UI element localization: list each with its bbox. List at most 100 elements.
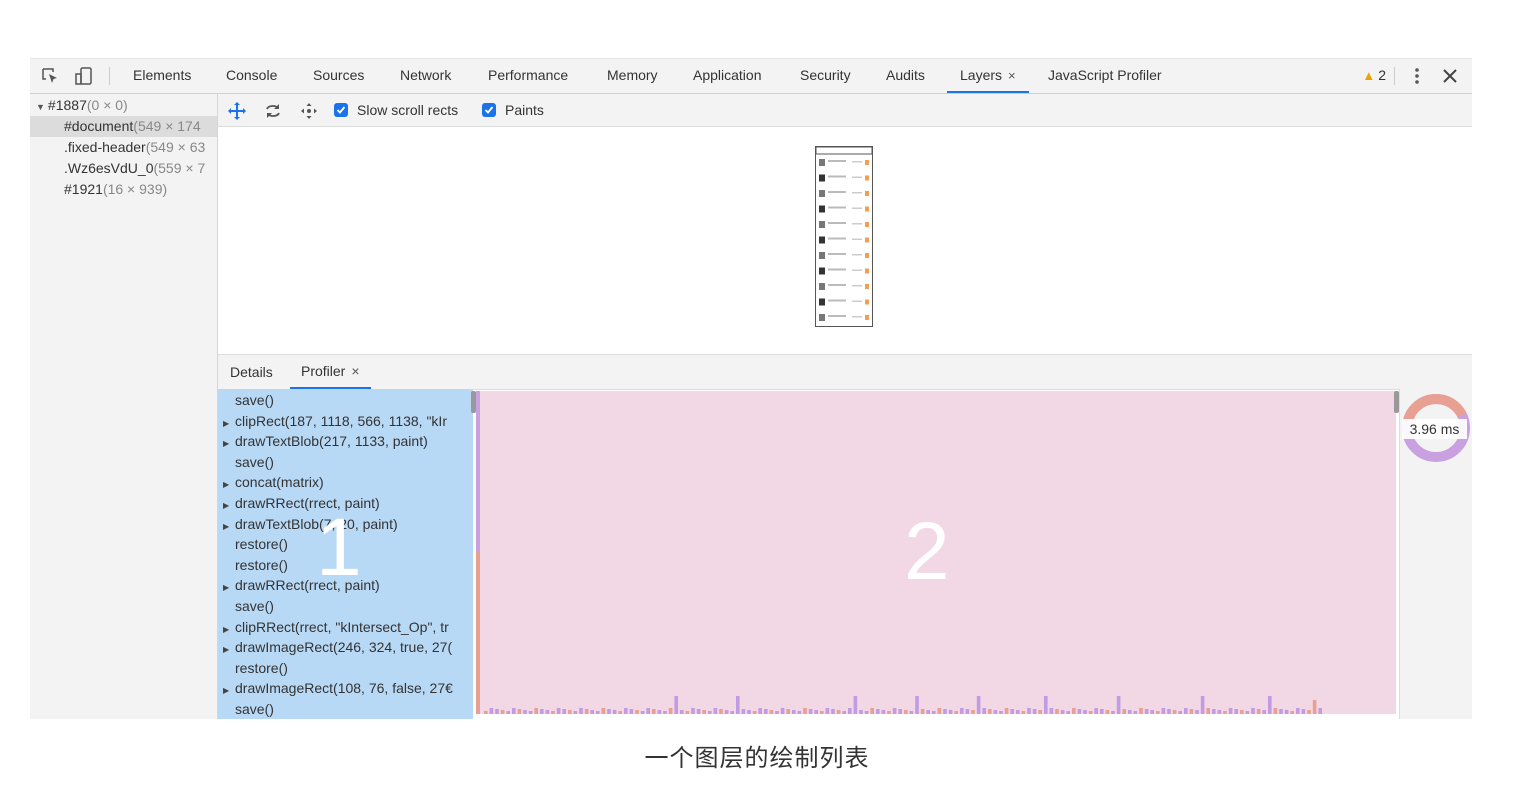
- timeline-bar[interactable]: [500, 710, 505, 714]
- timeline-bar[interactable]: [1279, 709, 1283, 714]
- timeline-bar[interactable]: [831, 709, 835, 714]
- timeline-bar[interactable]: [1200, 696, 1205, 714]
- timeline-bar[interactable]: [1178, 711, 1182, 714]
- timeline-bar[interactable]: [909, 711, 914, 714]
- timeline-bar[interactable]: [820, 711, 824, 714]
- timeline-bar[interactable]: [982, 708, 986, 714]
- timeline-bar[interactable]: [640, 711, 645, 714]
- timeline-bar[interactable]: [1116, 696, 1121, 714]
- tab-performance[interactable]: Performance: [488, 59, 568, 93]
- timeline-bar[interactable]: [696, 709, 701, 714]
- tab-details[interactable]: Details: [230, 355, 273, 389]
- tree-item-fixed-header[interactable]: .fixed-header(549 × 63: [30, 137, 217, 158]
- timeline-bar[interactable]: [1251, 708, 1255, 714]
- timeline-bar[interactable]: [512, 708, 516, 714]
- timeline-bar[interactable]: [1273, 708, 1278, 714]
- timeline-bar[interactable]: [1307, 710, 1311, 714]
- paint-command-row[interactable]: ▶ drawTextBlob(7, 20, paint): [218, 514, 398, 535]
- timeline-bar[interactable]: [1217, 710, 1222, 714]
- timeline-bar[interactable]: [1111, 711, 1115, 714]
- timeline-bar[interactable]: [646, 708, 650, 714]
- timeline-bar[interactable]: [663, 711, 667, 714]
- timeline-bar[interactable]: [691, 708, 695, 714]
- timeline-bar[interactable]: [1167, 709, 1171, 714]
- timeline-bar[interactable]: [842, 711, 846, 714]
- timeline-bar[interactable]: [629, 709, 634, 714]
- timeline-bar[interactable]: [562, 709, 566, 714]
- timeline-bar[interactable]: [1301, 709, 1306, 714]
- tab-application[interactable]: Application: [693, 59, 762, 93]
- paint-command-row[interactable]: save(): [218, 596, 274, 617]
- timeline-bar[interactable]: [976, 696, 981, 714]
- timeline-bar[interactable]: [1016, 710, 1020, 714]
- timeline-bar[interactable]: [724, 710, 729, 714]
- paint-command-row[interactable]: ▶ concat(matrix): [218, 472, 324, 493]
- reset-transform-icon[interactable]: [299, 101, 319, 121]
- timeline-bar[interactable]: [853, 696, 858, 714]
- tab-layers[interactable]: Layers ×: [947, 59, 1029, 93]
- timeline-bar[interactable]: [551, 711, 555, 714]
- warnings-counter[interactable]: ▲ 2: [1362, 59, 1386, 93]
- timeline-bar[interactable]: [1144, 709, 1149, 714]
- timeline-bar[interactable]: [954, 711, 958, 714]
- timeline-bar[interactable]: [523, 710, 527, 714]
- timeline-bar[interactable]: [747, 710, 751, 714]
- timeline-bar[interactable]: [1038, 710, 1042, 714]
- timeline-bar[interactable]: [780, 708, 785, 714]
- timeline-bar[interactable]: [534, 708, 538, 714]
- timeline-bar[interactable]: [495, 709, 499, 714]
- timeline-bar[interactable]: [556, 708, 561, 714]
- paint-command-row[interactable]: ▶ drawImageRect(108, 76, false, 27€: [218, 678, 453, 699]
- timeline-bar[interactable]: [1083, 710, 1087, 714]
- timeline-bar[interactable]: [786, 709, 790, 714]
- timeline-bar[interactable]: [1156, 711, 1160, 714]
- paint-command-row[interactable]: restore(): [218, 555, 288, 576]
- timeline-bar[interactable]: [1184, 708, 1188, 714]
- timeline-bar[interactable]: [1189, 709, 1194, 714]
- paint-command-row[interactable]: save(): [218, 699, 274, 719]
- timeline-bar[interactable]: [948, 710, 953, 714]
- timeline-bar[interactable]: [702, 710, 706, 714]
- rotate-mode-icon[interactable]: [263, 101, 283, 121]
- timeline-bar[interactable]: [517, 709, 522, 714]
- slow-scroll-rects-checkbox[interactable]: [334, 103, 348, 117]
- timeline-bar[interactable]: [1150, 710, 1154, 714]
- timeline-bar[interactable]: [1077, 709, 1082, 714]
- timeline-bar[interactable]: [624, 708, 628, 714]
- timeline-bar[interactable]: [764, 709, 768, 714]
- timeline-bar[interactable]: [601, 708, 606, 714]
- timeline-bar[interactable]: [596, 711, 600, 714]
- timeline-bar[interactable]: [1290, 711, 1294, 714]
- close-tab-icon[interactable]: ×: [1008, 68, 1016, 83]
- timeline-bar[interactable]: [881, 710, 886, 714]
- timeline-bar[interactable]: [915, 696, 919, 714]
- timeline-bar[interactable]: [769, 710, 774, 714]
- timeline-bar[interactable]: [579, 708, 583, 714]
- timeline-bar[interactable]: [528, 711, 533, 714]
- tab-sources[interactable]: Sources: [313, 59, 364, 93]
- timeline-bar[interactable]: [1122, 709, 1126, 714]
- timeline-bar[interactable]: [797, 711, 802, 714]
- timeline-bar[interactable]: [506, 711, 510, 714]
- timeline-bar[interactable]: [937, 708, 942, 714]
- timeline-bar[interactable]: [584, 709, 589, 714]
- slow-scroll-rects-label[interactable]: Slow scroll rects: [357, 94, 458, 126]
- timeline-bar[interactable]: [736, 696, 740, 714]
- tab-memory[interactable]: Memory: [607, 59, 658, 93]
- timeline-bar[interactable]: [685, 711, 690, 714]
- timeline-bar[interactable]: [708, 711, 712, 714]
- paint-command-row[interactable]: ▶ clipRect(187, 1118, 566, 1138, "kIr: [218, 411, 447, 432]
- timeline-bar[interactable]: [1049, 708, 1054, 714]
- timeline-bar[interactable]: [1094, 708, 1098, 714]
- timeline-bar[interactable]: [1195, 710, 1199, 714]
- timeline-bar[interactable]: [612, 710, 617, 714]
- timeline-bar[interactable]: [965, 709, 970, 714]
- timeline-bar[interactable]: [870, 708, 874, 714]
- timeline-bar[interactable]: [741, 709, 746, 714]
- timeline-bar[interactable]: [484, 711, 488, 714]
- device-toolbar-icon[interactable]: [74, 66, 94, 86]
- tab-console[interactable]: Console: [226, 59, 277, 93]
- timeline-bar[interactable]: [887, 711, 891, 714]
- timeline-bar[interactable]: [876, 709, 880, 714]
- timeline-bar[interactable]: [1066, 711, 1070, 714]
